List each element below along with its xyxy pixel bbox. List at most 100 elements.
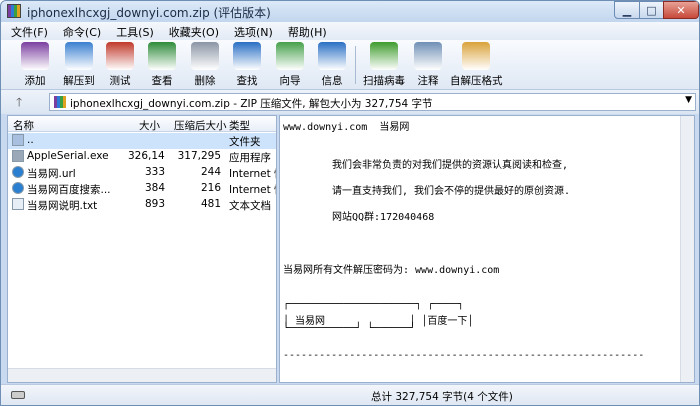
sfx-button[interactable]: 自解压格式: [450, 42, 503, 88]
table-row[interactable]: 当易网说明.txt 893 481 文本文档: [8, 197, 276, 213]
drive-icon[interactable]: [11, 391, 25, 399]
extract-to-label: 解压到: [63, 75, 95, 87]
status-bar: 总计 327,754 字节(4 个文件): [1, 384, 699, 405]
file-name: 当易网说明.txt: [27, 200, 98, 212]
preview-line: └───────────┘ └──────┘: [283, 323, 416, 334]
file-packed-size: 481: [200, 198, 221, 210]
add-icon: [21, 42, 49, 70]
preview-line: 请一直支持我们, 我们会不停的提供最好的原创资源.: [332, 186, 571, 197]
col-size[interactable]: 大小: [139, 118, 160, 133]
file-type: 应用程序: [229, 152, 271, 164]
title-bar[interactable]: iphonexlhcxgj_downyi.com.zip (评估版本) ▁ □ …: [1, 1, 699, 22]
info-button[interactable]: 信息: [310, 42, 354, 88]
address-bar: 🡑 iphonexlhcxgj_downyi.com.zip - ZIP 压缩文…: [1, 90, 699, 114]
menu-help[interactable]: 帮助(H): [278, 22, 332, 40]
test-label: 测试: [109, 75, 131, 87]
file-type: 文件夹: [229, 136, 261, 148]
table-row[interactable]: 当易网.url 333 244 Internet 快: [8, 165, 276, 181]
file-list[interactable]: 名称 大小 压缩后大小 类型 .. 文件夹 AppleSerial.exe 326,1…: [7, 115, 277, 383]
preview-line: ----------------------------------------…: [283, 350, 645, 361]
file-packed-size: 317,295: [177, 150, 221, 162]
info-label: 信息: [321, 75, 343, 87]
minimize-button[interactable]: ▁: [614, 1, 640, 19]
find-magnifier-icon: [233, 42, 261, 70]
menu-commands[interactable]: 命令(C): [53, 22, 106, 40]
sfx-icon: [462, 42, 490, 70]
status-text: 总计 327,754 字节(4 个文件): [371, 391, 513, 403]
delete-trash-icon: [191, 42, 219, 70]
test-icon: [106, 42, 134, 70]
file-type: Internet 快: [229, 168, 276, 180]
archive-icon: [54, 96, 66, 108]
preview-line: ┌─────────────────────┐ ┌────┐: [283, 299, 464, 310]
view-label: 查看: [151, 75, 173, 87]
comment-icon: [414, 42, 442, 70]
up-arrow-icon[interactable]: 🡑: [16, 93, 22, 114]
menu-tools[interactable]: 工具(S): [106, 22, 159, 40]
maximize-button[interactable]: □: [639, 1, 664, 19]
table-row[interactable]: AppleSerial.exe 326,144 317,295 应用程序: [8, 149, 276, 165]
add-button[interactable]: 添加: [13, 42, 57, 88]
preview-line: 我们会非常负责的对我们提供的资源认真阅读和检查,: [332, 160, 569, 171]
address-text: iphonexlhcxgj_downyi.com.zip - ZIP 压缩文件,…: [70, 98, 433, 110]
find-button[interactable]: 查找: [225, 42, 269, 88]
find-label: 查找: [236, 75, 258, 87]
sfx-label: 自解压格式: [450, 75, 503, 87]
preview-line: 当易网所有文件解压密码为: www.downyi.com: [283, 265, 500, 276]
vertical-scrollbar[interactable]: [680, 116, 694, 382]
test-button[interactable]: 测试: [98, 42, 142, 88]
parent-folder-icon: [12, 134, 24, 146]
horizontal-scrollbar[interactable]: [8, 368, 276, 382]
file-type: Internet 快: [229, 184, 276, 196]
file-size: 384: [144, 182, 165, 194]
file-size: 326,144: [128, 150, 165, 162]
comment-label: 注释: [417, 75, 439, 87]
col-name[interactable]: 名称: [13, 118, 34, 133]
table-row[interactable]: .. 文件夹: [8, 133, 276, 149]
file-name: AppleSerial.exe: [27, 150, 109, 162]
file-name: 当易网.url: [27, 168, 76, 180]
extract-to-button[interactable]: 解压到: [57, 42, 101, 88]
view-book-icon: [148, 42, 176, 70]
preview-line: 网站QQ群:172040468: [332, 212, 435, 223]
wizard-button[interactable]: 向导: [268, 42, 312, 88]
wizard-icon: [276, 42, 304, 70]
close-button[interactable]: ✕: [663, 1, 699, 19]
preview-line: www.downyi.com 当易网: [283, 122, 410, 133]
window-title: iphonexlhcxgj_downyi.com.zip (评估版本): [27, 6, 271, 20]
col-type[interactable]: 类型: [229, 118, 250, 133]
col-packed[interactable]: 压缩后大小: [174, 118, 227, 133]
file-packed-size: 244: [200, 166, 221, 178]
comment-button[interactable]: 注释: [406, 42, 450, 88]
url-globe-icon: [12, 182, 24, 194]
file-name: 当易网百度搜索...: [27, 184, 111, 196]
virus-scan-button[interactable]: 扫描病毒: [360, 42, 408, 88]
exe-icon: [12, 150, 24, 162]
file-packed-size: 216: [200, 182, 221, 194]
address-field[interactable]: iphonexlhcxgj_downyi.com.zip - ZIP 压缩文件,…: [49, 93, 696, 111]
preview-pane: www.downyi.com 当易网 我们会非常负责的对我们提供的资源认真阅读和…: [279, 115, 695, 383]
file-list-header: 名称 大小 压缩后大小 类型: [8, 116, 276, 132]
delete-button[interactable]: 删除: [183, 42, 227, 88]
virus-scan-icon: [370, 42, 398, 70]
table-row[interactable]: 当易网百度搜索... 384 216 Internet 快: [8, 181, 276, 197]
info-icon: [318, 42, 346, 70]
menu-file[interactable]: 文件(F): [1, 22, 53, 40]
chevron-down-icon[interactable]: ▼: [685, 95, 692, 105]
file-name: ..: [27, 134, 34, 146]
view-button[interactable]: 查看: [140, 42, 184, 88]
add-label: 添加: [24, 75, 46, 87]
toolbar: 添加 解压到 测试 查看 删除 查找 向导 信息 扫描病毒 注释 自解压格式: [1, 40, 699, 90]
delete-label: 删除: [194, 75, 216, 87]
app-window: iphonexlhcxgj_downyi.com.zip (评估版本) ▁ □ …: [0, 0, 700, 406]
menu-options[interactable]: 选项(N): [224, 22, 278, 40]
text-file-icon: [12, 198, 24, 210]
toolbar-separator: [355, 46, 356, 84]
wizard-label: 向导: [279, 75, 301, 87]
file-size: 893: [144, 198, 165, 210]
menu-favorites[interactable]: 收藏夹(O): [159, 22, 224, 40]
menu-bar: 文件(F) 命令(C) 工具(S) 收藏夹(O) 选项(N) 帮助(H): [1, 22, 699, 40]
file-type: 文本文档: [229, 200, 271, 212]
winrar-app-icon: [7, 4, 21, 18]
file-size: 333: [144, 166, 165, 178]
